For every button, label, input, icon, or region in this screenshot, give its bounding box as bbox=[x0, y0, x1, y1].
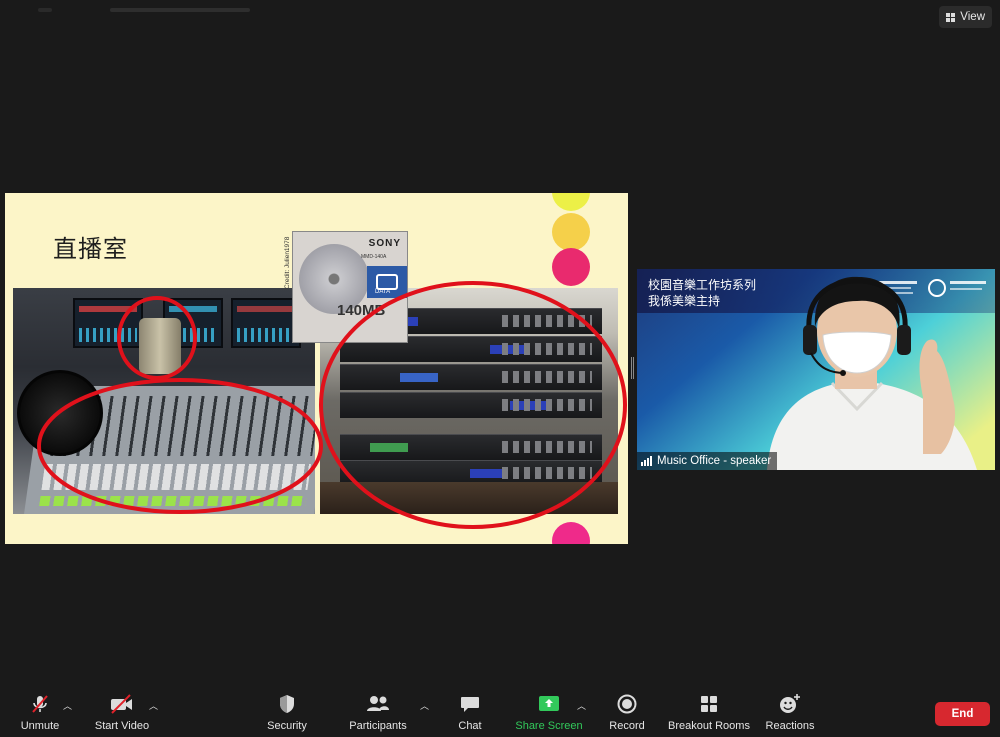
end-meeting-button[interactable]: End bbox=[935, 702, 990, 726]
speaker-video-tile[interactable]: 校園音樂工作坊系列 我係美樂主持 Music Office - speaker bbox=[637, 269, 995, 470]
meeting-controls-toolbar: Unmute ︿ Start Video ︿ Security Particip… bbox=[0, 691, 1000, 737]
pop-filter bbox=[17, 370, 103, 456]
view-label: View bbox=[960, 11, 985, 23]
share-screen-label: Share Screen bbox=[515, 720, 583, 732]
decor-dot bbox=[552, 248, 590, 286]
decor-dot bbox=[552, 213, 590, 251]
participants-icon bbox=[365, 691, 391, 717]
resize-handle[interactable] bbox=[631, 357, 634, 379]
breakout-rooms-icon bbox=[698, 691, 720, 717]
top-bar: View bbox=[0, 0, 1000, 30]
breakout-rooms-button[interactable]: Breakout Rooms bbox=[666, 691, 752, 737]
chat-button[interactable]: Chat bbox=[452, 691, 488, 737]
slide-title: 直播室 bbox=[53, 235, 128, 263]
video-off-icon bbox=[109, 691, 135, 717]
photo-credit: Credit: Julien1978 bbox=[284, 236, 291, 289]
reactions-button[interactable]: Reactions bbox=[762, 691, 818, 737]
unmute-button[interactable]: Unmute bbox=[20, 691, 60, 737]
minidisc-image: SONY MMD-140A DATA 140MB bbox=[292, 231, 408, 343]
start-video-label: Start Video bbox=[94, 720, 150, 732]
breakout-rooms-label: Breakout Rooms bbox=[668, 720, 750, 732]
record-icon bbox=[616, 691, 638, 717]
microphone bbox=[139, 318, 181, 374]
md-brand: SONY bbox=[368, 238, 401, 249]
tile-title-line2: 我係美樂主持 bbox=[648, 294, 721, 308]
decor-dot bbox=[552, 522, 590, 544]
share-screen-button[interactable]: Share Screen bbox=[514, 691, 584, 737]
share-screen-icon bbox=[537, 691, 561, 717]
speaker-name-label: Music Office - speaker bbox=[637, 452, 778, 470]
decor-dot bbox=[552, 193, 590, 211]
chat-icon bbox=[459, 691, 481, 717]
record-label: Record bbox=[609, 720, 645, 732]
record-button[interactable]: Record bbox=[606, 691, 648, 737]
mixing-console-photo bbox=[13, 288, 315, 514]
shield-icon bbox=[277, 691, 297, 717]
signal-strength-icon bbox=[641, 456, 652, 466]
muted-mic-icon bbox=[29, 691, 51, 717]
security-button[interactable]: Security bbox=[264, 691, 310, 737]
speaker-person bbox=[767, 276, 977, 470]
shared-screen-slide: 直播室 Credit: Julien1978 SONY MMD-140A DAT… bbox=[5, 193, 628, 544]
start-video-button[interactable]: Start Video bbox=[92, 691, 152, 737]
participants-caret-icon[interactable]: ︿ bbox=[420, 699, 429, 712]
security-label: Security bbox=[267, 720, 307, 732]
zoom-meeting-window: View 直播室 Credit: Julien1978 SONY MMD-140… bbox=[0, 0, 1000, 737]
video-options-caret-icon[interactable]: ︿ bbox=[149, 699, 158, 712]
meeting-info-placeholder bbox=[110, 8, 250, 12]
md-label: DATA bbox=[375, 289, 391, 295]
smiley-plus-icon bbox=[778, 691, 802, 717]
participants-label: Participants bbox=[349, 720, 407, 732]
view-button[interactable]: View bbox=[939, 6, 992, 28]
unmute-label: Unmute bbox=[20, 720, 60, 732]
grid-icon bbox=[946, 12, 956, 22]
md-size: 140MB bbox=[337, 302, 386, 319]
speaker-name: Music Office - speaker bbox=[657, 455, 772, 467]
window-control-placeholder bbox=[38, 8, 52, 12]
audio-options-caret-icon[interactable]: ︿ bbox=[63, 699, 72, 712]
reactions-label: Reactions bbox=[765, 720, 815, 732]
share-options-caret-icon[interactable]: ︿ bbox=[577, 699, 586, 712]
md-model: MMD-140A bbox=[361, 254, 387, 260]
participants-button[interactable]: Participants bbox=[346, 691, 410, 737]
chat-label: Chat bbox=[458, 720, 482, 732]
